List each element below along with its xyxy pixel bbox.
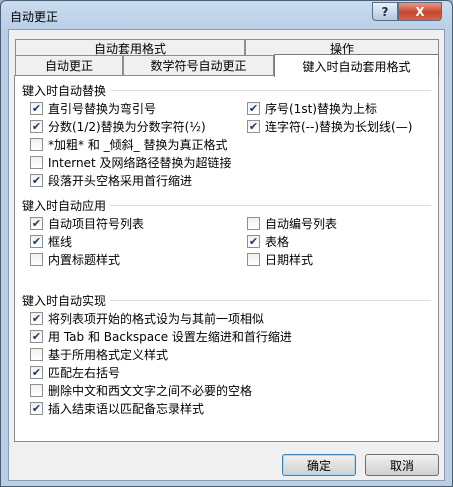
help-icon: ? bbox=[381, 4, 389, 19]
tab-label: 数学符号自动更正 bbox=[150, 59, 247, 73]
option-first-line-indent[interactable]: ✔ 段落开头空格采用首行缩进 bbox=[30, 172, 192, 188]
checkbox[interactable] bbox=[30, 137, 43, 151]
option-label: 序号(1st)替换为上标 bbox=[265, 101, 377, 116]
tab-autoformat-as-you-type[interactable]: 键入时自动套用格式 bbox=[274, 54, 439, 77]
tab-math-autocorrect[interactable]: 数学符号自动更正 bbox=[123, 55, 274, 75]
checkbox[interactable]: ✔ bbox=[30, 216, 43, 230]
option-label: 删除中文和西文文字之间不必要的空格 bbox=[48, 383, 253, 398]
tab-autocorrect[interactable]: 自动更正 bbox=[15, 55, 123, 75]
tab-label: 自动更正 bbox=[44, 59, 93, 73]
checkbox[interactable]: ✔ bbox=[30, 365, 43, 379]
tab-panel: 键入时自动替换 ✔ 直引号替换为弯引号 ✔ 序号(1st)替换为上标 ✔ 分数(… bbox=[14, 75, 439, 442]
help-button[interactable]: ? bbox=[372, 2, 398, 21]
checkbox[interactable]: ✔ bbox=[30, 101, 43, 115]
checkbox[interactable] bbox=[30, 155, 43, 169]
option-hyperlinks[interactable]: Internet 及网络路径替换为超链接 bbox=[30, 154, 231, 170]
option-fractions[interactable]: ✔ 分数(1/2)替换为分数字符(½) bbox=[30, 118, 206, 134]
checkbox[interactable]: ✔ bbox=[30, 119, 43, 133]
option-auto-numbering[interactable]: 自动编号列表 bbox=[247, 215, 337, 231]
option-auto-bullets[interactable]: ✔ 自动项目符号列表 bbox=[30, 215, 144, 231]
section-title: 键入时自动实现 bbox=[22, 292, 111, 309]
option-tables[interactable]: ✔ 表格 bbox=[247, 233, 289, 249]
section-apply: 键入时自动应用 ✔ 自动项目符号列表 自动编号列表 ✔ 框线 ✔ 表格 内置标题… bbox=[22, 197, 431, 277]
checkbox[interactable]: ✔ bbox=[30, 234, 43, 248]
option-memo-closing[interactable]: ✔ 插入结束语以匹配备忘录样式 bbox=[30, 400, 204, 416]
checkbox[interactable]: ✔ bbox=[247, 234, 260, 248]
title-bar: 自动更正 ? X bbox=[1, 1, 452, 29]
option-bold-italic[interactable]: *加粗* 和 _倾斜_ 替换为真正格式 bbox=[30, 136, 227, 152]
option-label: Internet 及网络路径替换为超链接 bbox=[48, 155, 232, 170]
option-label: 连字符(--)替换为长划线(—) bbox=[265, 119, 413, 134]
option-list-format[interactable]: ✔ 将列表项开始的格式设为与其前一项相似 bbox=[30, 310, 264, 326]
option-match-brackets[interactable]: ✔ 匹配左右括号 bbox=[30, 364, 120, 380]
checkbox[interactable]: ✔ bbox=[247, 119, 260, 133]
cancel-button[interactable]: 取消 bbox=[365, 454, 439, 476]
checkbox[interactable] bbox=[30, 383, 43, 397]
option-straight-quotes[interactable]: ✔ 直引号替换为弯引号 bbox=[30, 100, 156, 116]
option-label: 框线 bbox=[48, 234, 73, 249]
checkbox[interactable] bbox=[30, 347, 43, 361]
option-ordinals[interactable]: ✔ 序号(1st)替换为上标 bbox=[247, 100, 377, 116]
close-button[interactable]: X bbox=[398, 2, 442, 21]
close-icon: X bbox=[415, 4, 425, 19]
option-label: 自动编号列表 bbox=[265, 216, 338, 231]
tab-autoformat[interactable]: 自动套用格式 bbox=[15, 39, 245, 56]
ok-button[interactable]: 确定 bbox=[282, 454, 356, 476]
option-hyphens[interactable]: ✔ 连字符(--)替换为长划线(—) bbox=[247, 118, 412, 134]
option-label: 日期样式 bbox=[265, 252, 314, 267]
option-label: 段落开头空格采用首行缩进 bbox=[48, 173, 193, 188]
checkbox[interactable] bbox=[247, 252, 260, 266]
option-label: 匹配左右括号 bbox=[48, 365, 121, 380]
option-date-styles[interactable]: 日期样式 bbox=[247, 251, 313, 267]
option-define-styles[interactable]: 基于所用格式定义样式 bbox=[30, 346, 168, 362]
option-label: 将列表项开始的格式设为与其前一项相似 bbox=[48, 311, 265, 326]
checkbox[interactable] bbox=[247, 216, 260, 230]
autocorrect-dialog: 自动更正 ? X 自动套用格式 操作 自动更正 数学符号自动更正 键入时自动套用… bbox=[0, 0, 453, 487]
checkbox[interactable]: ✔ bbox=[30, 329, 43, 343]
section-title: 键入时自动替换 bbox=[22, 82, 111, 99]
checkbox[interactable]: ✔ bbox=[30, 401, 43, 415]
option-label: 表格 bbox=[265, 234, 290, 249]
option-remove-spaces[interactable]: 删除中文和西文文字之间不必要的空格 bbox=[30, 382, 252, 398]
option-label: 内置标题样式 bbox=[48, 252, 121, 267]
checkbox[interactable] bbox=[30, 252, 43, 266]
section-implement: 键入时自动实现 ✔ 将列表项开始的格式设为与其前一项相似 ✔ 用 Tab 和 B… bbox=[22, 292, 431, 422]
dialog-body: 自动套用格式 操作 自动更正 数学符号自动更正 键入时自动套用格式 键入时自动替… bbox=[8, 29, 445, 481]
section-title: 键入时自动应用 bbox=[22, 197, 111, 214]
option-heading-styles[interactable]: 内置标题样式 bbox=[30, 251, 120, 267]
option-label: 直引号替换为弯引号 bbox=[48, 101, 157, 116]
section-replace: 键入时自动替换 ✔ 直引号替换为弯引号 ✔ 序号(1st)替换为上标 ✔ 分数(… bbox=[22, 82, 431, 192]
option-borders[interactable]: ✔ 框线 bbox=[30, 233, 72, 249]
checkbox[interactable]: ✔ bbox=[30, 173, 43, 187]
checkbox[interactable]: ✔ bbox=[30, 311, 43, 325]
option-label: 自动项目符号列表 bbox=[48, 216, 145, 231]
checkbox[interactable]: ✔ bbox=[247, 101, 260, 115]
tab-label: 自动套用格式 bbox=[93, 41, 166, 56]
option-label: 插入结束语以匹配备忘录样式 bbox=[48, 401, 205, 416]
option-label: *加粗* 和 _倾斜_ 替换为真正格式 bbox=[48, 137, 228, 152]
option-tab-backspace-indent[interactable]: ✔ 用 Tab 和 Backspace 设置左缩进和首行缩进 bbox=[30, 328, 292, 344]
option-label: 用 Tab 和 Backspace 设置左缩进和首行缩进 bbox=[48, 329, 292, 344]
option-label: 基于所用格式定义样式 bbox=[48, 347, 169, 362]
tab-label: 键入时自动套用格式 bbox=[302, 59, 411, 74]
option-label: 分数(1/2)替换为分数字符(½) bbox=[48, 119, 206, 134]
window-title: 自动更正 bbox=[10, 10, 59, 24]
